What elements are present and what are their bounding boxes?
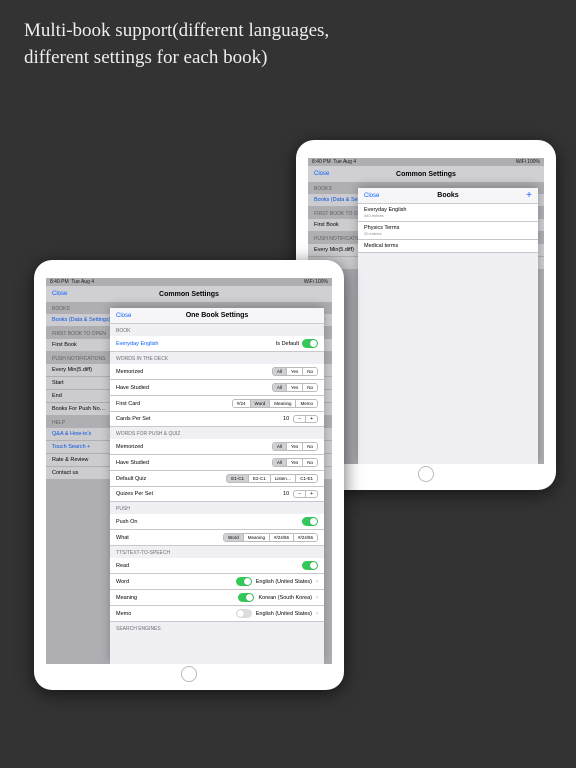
tts-memo-toggle[interactable] [236,609,252,618]
book-name-row[interactable]: Everyday English Is Default [110,336,324,352]
section-push: PUSH [110,502,324,514]
close-button[interactable]: Close [52,291,67,297]
cards-per-set-row: Cards Per Set 10 −+ [110,412,324,427]
section-deck: WORDS IN THE DECK [110,352,324,364]
close-button[interactable]: Close [364,193,379,199]
nav-common-settings: Close Common Settings [308,166,544,182]
have-studied2-seg[interactable]: AllYesNo [272,458,318,467]
have-studied-row: Have Studied AllYesNo [110,380,324,396]
have-studied2-row: Have Studied AllYesNo [110,455,324,471]
section-tts: TTS/TEXT-TO-SPEECH [110,546,324,558]
section-search-engines: SEARCH ENGINES [110,622,324,634]
tts-meaning-toggle[interactable] [238,593,254,602]
one-book-settings-sheet: Close One Book Settings BOOK Everyday En… [110,308,324,664]
books-sheet: Close Books + Everyday English 440 entri… [358,188,538,464]
memorized2-row: Memorized AllYesNo [110,439,324,455]
is-default-toggle[interactable] [302,339,318,348]
add-book-button[interactable]: + [526,190,532,201]
cards-per-set-stepper[interactable]: −+ [293,415,318,423]
status-bar: 8:40 PM Tue Aug 4 WiFi 100% [308,158,544,166]
close-button[interactable]: Close [314,171,329,177]
tts-word-toggle[interactable] [236,577,252,586]
close-button[interactable]: Close [116,313,131,319]
book-row[interactable]: Medical terms [358,240,538,253]
nav-title: Common Settings [159,291,219,298]
nav-common-settings: Close Common Settings [46,286,332,302]
push-what-seg[interactable]: WordMeaning#/24/56#/24/56 [223,533,318,542]
nav-title: Common Settings [396,171,456,178]
default-quiz-seg[interactable]: E1-C1E2-C1Listen…C1-E1 [226,474,318,483]
status-bar: 8:40 PM Tue Aug 4 WiFi 100% [46,278,332,286]
book-row[interactable]: Physics Terms 20 entries [358,222,538,240]
memorized-row: Memorized AllYesNo [110,364,324,380]
tts-meaning-row[interactable]: Meaning Korean (South Korea)› [110,590,324,606]
nav-title: One Book Settings [186,312,249,319]
tts-word-row[interactable]: Word English (United States)› [110,574,324,590]
push-on-row: Push On [110,514,324,530]
quizzes-per-set-stepper[interactable]: −+ [293,490,318,498]
quizzes-per-set-row: Quizes Per Set 10 −+ [110,487,324,502]
section-book: BOOK [110,324,324,336]
promo-caption: Multi-book support(different languages, … [0,0,576,71]
book-row[interactable]: Everyday English 440 entries [358,204,538,222]
cards-per-set-value: 10 [283,416,289,422]
memorized-seg[interactable]: AllYesNo [272,367,318,376]
is-default-label: Is Default [276,341,299,347]
push-what-row: What WordMeaning#/24/56#/24/56 [110,530,324,546]
first-card-row: First Card #/24WordMeaningMemo [110,396,324,412]
default-quiz-row: Default Quiz E1-C1E2-C1Listen…C1-E1 [110,471,324,487]
memorized2-seg[interactable]: AllYesNo [272,442,318,451]
nav-title: Books [437,192,458,199]
push-on-toggle[interactable] [302,517,318,526]
first-card-seg[interactable]: #/24WordMeaningMemo [232,399,318,408]
section-push-quiz: WORDS FOR PUSH & QUIZ [110,427,324,439]
quizzes-per-set-value: 10 [283,491,289,497]
tablet-left: 8:40 PM Tue Aug 4 WiFi 100% Close Common… [34,260,344,690]
tts-read-toggle[interactable] [302,561,318,570]
have-studied-seg[interactable]: AllYesNo [272,383,318,392]
tts-memo-row[interactable]: Memo English (United States)› [110,606,324,622]
tts-read-row: Read [110,558,324,574]
